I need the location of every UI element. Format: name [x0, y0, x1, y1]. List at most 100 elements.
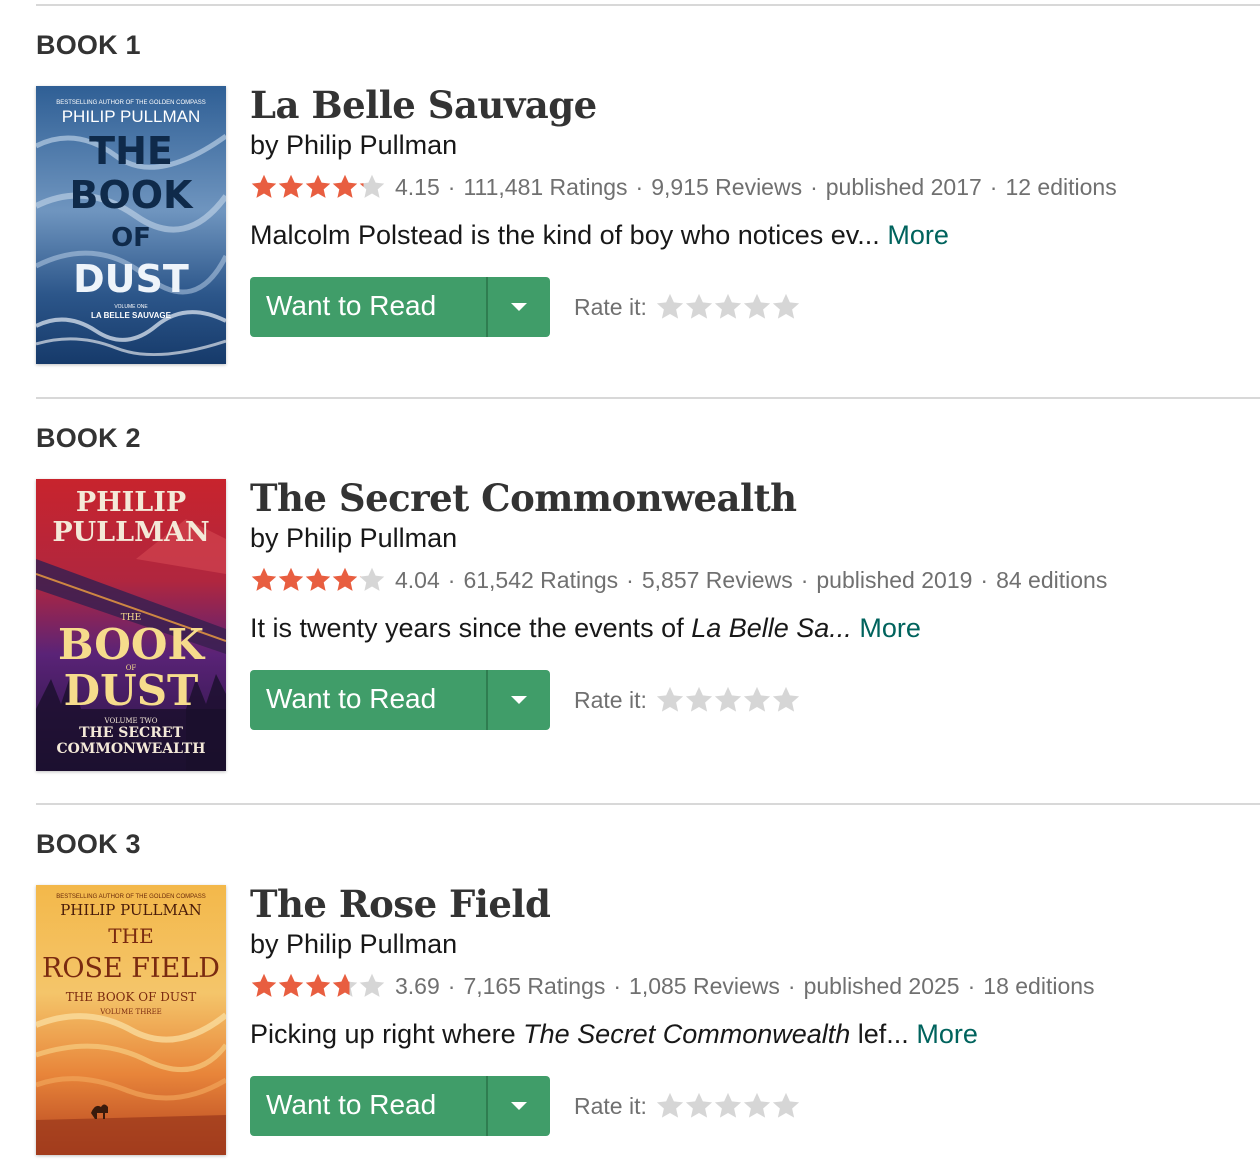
book-author[interactable]: by Philip Pullman [250, 521, 1250, 555]
ratings-count: 111,481 Ratings [463, 173, 628, 200]
book-actions: Want to Read Rate it: [250, 277, 1250, 337]
separator-dot: · [447, 566, 456, 593]
description-text: It is twenty years since the events of [250, 613, 692, 643]
rate-star-icon[interactable] [684, 1091, 713, 1121]
separator-dot: · [447, 173, 456, 200]
more-link[interactable]: More [859, 613, 921, 643]
book-series-list: BOOK 1 BESTSELLING AUTHOR OF THE GOLDEN … [36, 0, 1260, 1169]
rating-star-icon [331, 173, 359, 201]
rating-star-icon [277, 566, 305, 594]
book-number: BOOK 1 [36, 30, 141, 60]
book-title[interactable]: The Secret Commonwealth [250, 475, 1250, 521]
book-cover[interactable]: BESTSELLING AUTHOR OF THE GOLDEN COMPASS… [36, 86, 226, 364]
description-text: Malcolm Polstead is the kind of boy who … [250, 220, 880, 250]
average-rating-stars [250, 972, 385, 1000]
rate-it: Rate it: [574, 685, 800, 715]
book-cover[interactable]: BESTSELLING AUTHOR OF THE GOLDEN COMPASS… [36, 885, 226, 1155]
separator-dot: · [635, 173, 644, 200]
cover-text: OF [111, 223, 151, 253]
description-text: Picking up right where [250, 1019, 524, 1049]
more-link[interactable]: More [916, 1019, 978, 1049]
rate-it: Rate it: [574, 292, 800, 322]
rate-star-icon[interactable] [684, 685, 713, 715]
rate-star-icon[interactable] [742, 1091, 771, 1121]
published-year: published 2017 [825, 173, 982, 200]
cover-text: THE [89, 129, 173, 173]
rating-star-icon [304, 173, 332, 201]
rating-star-icon [250, 972, 278, 1000]
rate-star-icon[interactable] [771, 1091, 800, 1121]
published-year: published 2019 [816, 566, 973, 593]
shelf-dropdown-button[interactable] [488, 670, 550, 730]
rate-star-icon[interactable] [771, 292, 800, 322]
average-rating: 4.04 [395, 566, 440, 593]
want-to-read-control: Want to Read [250, 1076, 550, 1136]
cover-text: ROSE FIELD [42, 953, 220, 984]
rate-it-label: Rate it: [574, 686, 647, 713]
book-title[interactable]: The Rose Field [250, 881, 1250, 927]
cover-text: PHILIP PULLMAN [60, 901, 202, 919]
rate-star-icon[interactable] [684, 292, 713, 322]
rate-star-icon[interactable] [771, 685, 800, 715]
shelf-dropdown-button[interactable] [488, 277, 550, 337]
book-info: The Rose Field by Philip Pullman 3.69 · … [250, 881, 1250, 1136]
description-text-end: lef... [850, 1019, 909, 1049]
more-link[interactable]: More [887, 220, 949, 250]
reviews-count: 5,857 Reviews [641, 566, 793, 593]
separator-dot: · [626, 566, 634, 593]
reviews-count: 1,085 Reviews [629, 972, 780, 999]
rate-star-icon[interactable] [655, 685, 684, 715]
book-info: La Belle Sauvage by Philip Pullman 4.15 … [250, 82, 1250, 337]
book-author[interactable]: by Philip Pullman [250, 128, 1250, 162]
book-number: BOOK 2 [36, 423, 141, 453]
book-description: It is twenty years since the events of L… [250, 611, 1250, 645]
average-rating: 4.15 [395, 173, 440, 200]
rate-star-icon[interactable] [655, 292, 684, 322]
cover-text: BESTSELLING AUTHOR OF THE GOLDEN COMPASS [56, 100, 205, 106]
description-italic: The Secret Commonwealth [523, 1019, 851, 1049]
caret-down-icon [511, 696, 527, 704]
caret-down-icon [511, 1102, 527, 1110]
rate-stars [655, 685, 800, 715]
book-cover[interactable]: PHILIP PULLMAN THE BOOK OF DUST VOLUME T… [36, 479, 226, 771]
rating-star-icon [358, 173, 386, 201]
book-meta: 4.04 · 61,542 Ratings · 5,857 Reviews · … [250, 563, 1250, 597]
book-actions: Want to Read Rate it: [250, 670, 1250, 730]
book-actions: Want to Read Rate it: [250, 1076, 1250, 1136]
book-number: BOOK 3 [36, 829, 141, 859]
book-meta: 3.69 · 7,165 Ratings · 1,085 Reviews · p… [250, 969, 1250, 1003]
want-to-read-button[interactable]: Want to Read [250, 670, 486, 730]
rating-star-icon [277, 173, 305, 201]
editions-count[interactable]: 84 editions [996, 567, 1107, 594]
shelf-dropdown-button[interactable] [488, 1076, 550, 1136]
rate-star-icon[interactable] [655, 1091, 684, 1121]
book-author[interactable]: by Philip Pullman [250, 927, 1250, 961]
book-title[interactable]: La Belle Sauvage [250, 82, 1250, 128]
want-to-read-control: Want to Read [250, 670, 550, 730]
rate-star-icon[interactable] [742, 685, 771, 715]
separator-dot: · [447, 972, 456, 999]
separator-dot: · [787, 972, 796, 999]
rating-star-icon [277, 972, 305, 1000]
want-to-read-button[interactable]: Want to Read [250, 1076, 486, 1136]
editions-count[interactable]: 12 editions [1005, 174, 1116, 201]
average-rating: 3.69 [395, 972, 440, 999]
rating-star-icon [304, 972, 332, 1000]
rate-star-icon[interactable] [742, 292, 771, 322]
cover-text: THE [108, 924, 153, 948]
rate-star-icon[interactable] [713, 292, 742, 322]
rate-stars [655, 292, 800, 322]
editions-count[interactable]: 18 editions [983, 973, 1094, 1000]
ratings-count: 61,542 Ratings [463, 566, 619, 593]
rate-it: Rate it: [574, 1091, 800, 1121]
rating-star-icon [358, 972, 386, 1000]
separator-dot: · [613, 972, 622, 999]
want-to-read-control: Want to Read [250, 277, 550, 337]
cover-text: BOOK [58, 620, 205, 669]
want-to-read-button[interactable]: Want to Read [250, 277, 486, 337]
rate-star-icon[interactable] [713, 1091, 742, 1121]
cover-text: PHILIP [76, 487, 186, 518]
book-meta: 4.15 · 111,481 Ratings · 9,915 Reviews ·… [250, 170, 1250, 204]
rate-star-icon[interactable] [713, 685, 742, 715]
average-rating-stars [250, 566, 385, 594]
